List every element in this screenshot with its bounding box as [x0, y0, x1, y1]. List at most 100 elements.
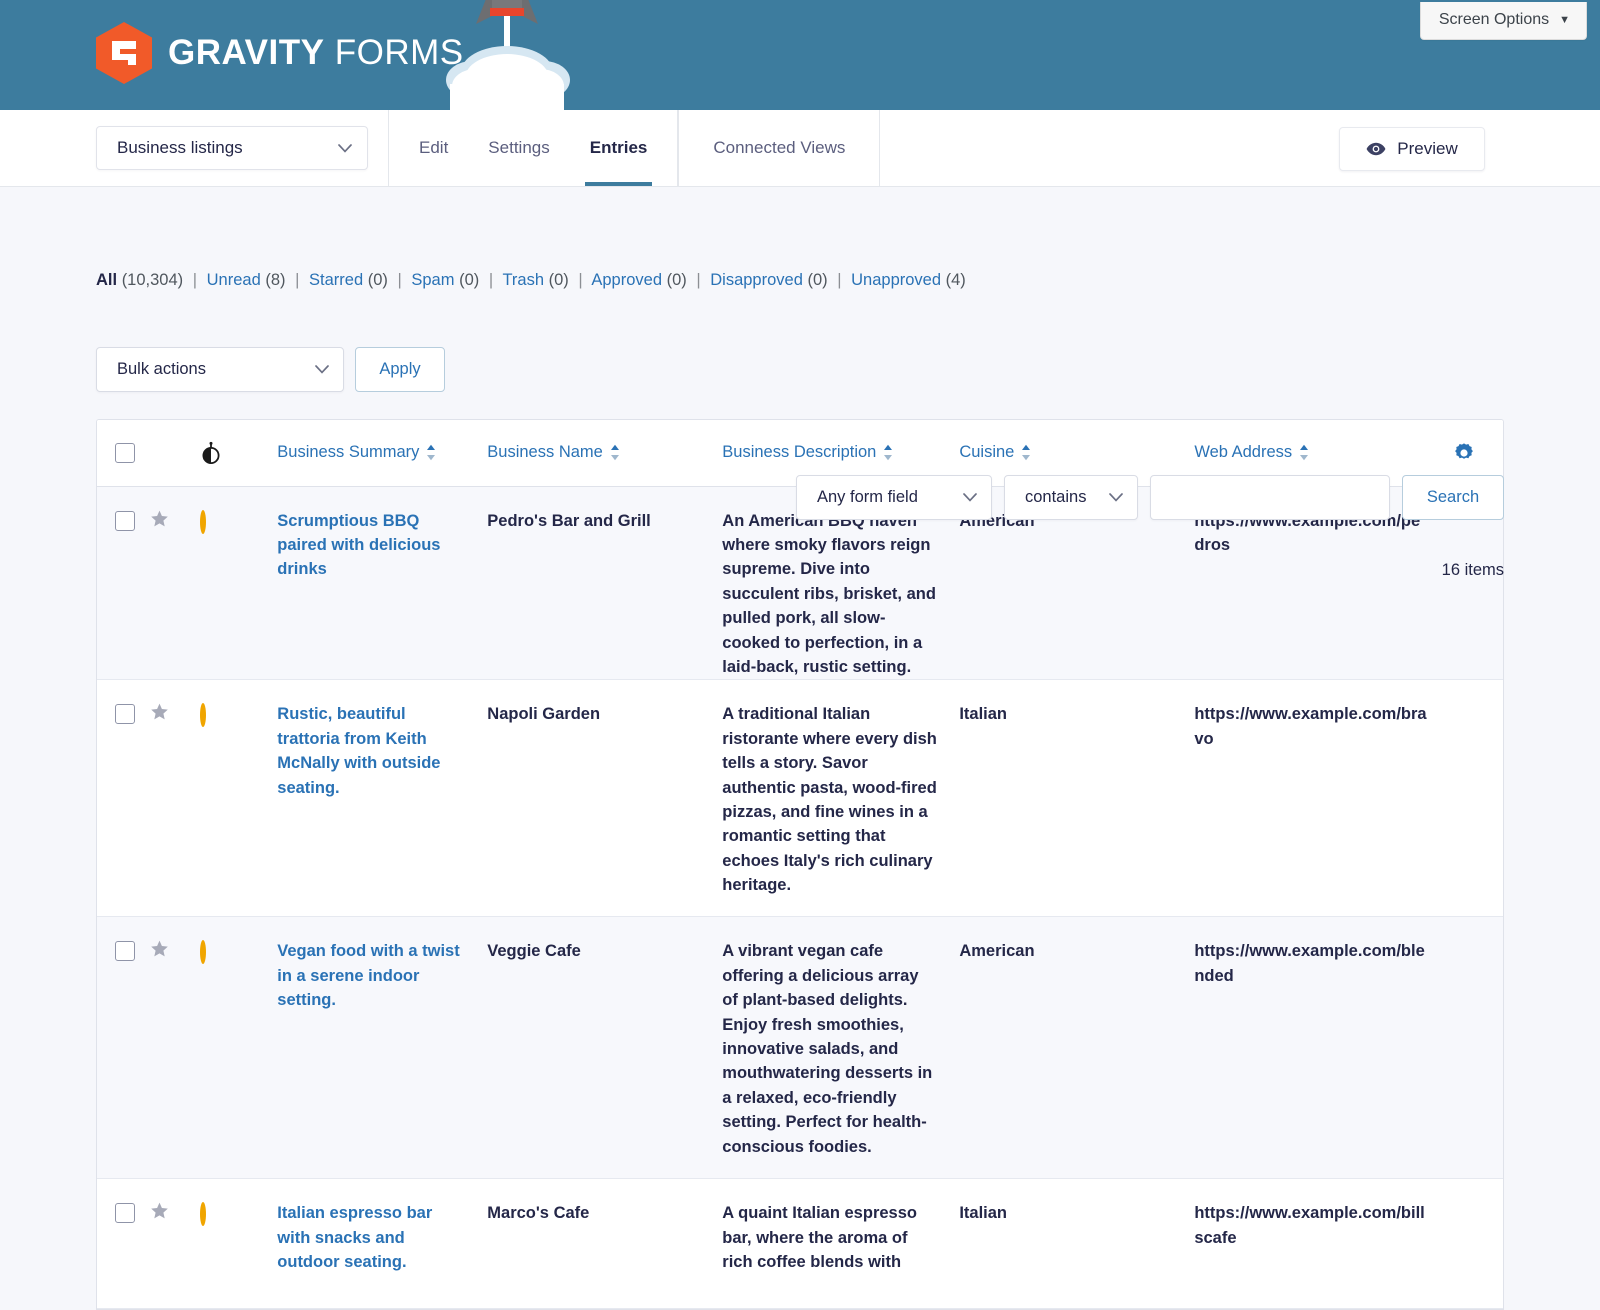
- select-all-checkbox[interactable]: [115, 442, 135, 463]
- search-operator-select[interactable]: contains: [1004, 475, 1138, 520]
- chevron-down-icon: [315, 365, 329, 374]
- filter-count-approved: (0): [666, 271, 687, 289]
- entry-business-name: Marco's Cafe: [487, 1204, 590, 1223]
- filter-separator: |: [696, 271, 701, 289]
- tab-entries[interactable]: Entries: [584, 110, 653, 186]
- unread-indicator-icon[interactable]: [200, 1202, 207, 1227]
- entry-cuisine: Italian: [959, 1204, 1008, 1223]
- form-selector[interactable]: Business listings: [96, 126, 368, 170]
- sort-arrows-icon[interactable]: [610, 444, 620, 461]
- filter-separator: |: [295, 271, 300, 289]
- read-status-icon[interactable]: [199, 441, 223, 465]
- chevron-down-icon: ▼: [1559, 14, 1570, 26]
- row-gear-cell: [1449, 679, 1503, 918]
- screen-options-label: Screen Options: [1438, 11, 1550, 28]
- row-checkbox[interactable]: [115, 941, 135, 962]
- search-input[interactable]: [1150, 475, 1390, 520]
- table-row[interactable]: Rustic, beautiful trattoria from Keith M…: [97, 679, 1503, 918]
- filter-link-trash[interactable]: Trash: [502, 271, 544, 289]
- search-field-select[interactable]: Any form field: [796, 475, 992, 520]
- row-web-cell: https://www.example.com/bravo: [1194, 679, 1450, 918]
- form-selector-value: Business listings: [117, 138, 243, 157]
- tab-settings[interactable]: Settings: [486, 110, 551, 186]
- filter-count-unapproved: (4): [945, 271, 966, 289]
- tab-edit[interactable]: Edit: [417, 110, 450, 186]
- row-checkbox[interactable]: [115, 1203, 135, 1224]
- row-read-status-cell: [199, 1178, 253, 1310]
- filter-link-unapproved[interactable]: Unapproved: [851, 271, 941, 289]
- row-description-cell: A vibrant vegan cafe offering a deliciou…: [722, 916, 960, 1180]
- preview-button[interactable]: Preview: [1339, 127, 1485, 171]
- table-row[interactable]: Vegan food with a twist in a serene indo…: [97, 916, 1503, 1180]
- entry-web-address: https://www.example.com/bravo: [1194, 705, 1427, 748]
- filter-count-spam: (0): [459, 271, 480, 289]
- star-icon[interactable]: [150, 940, 169, 958]
- sort-arrows-icon[interactable]: [1021, 444, 1031, 461]
- filter-separator: |: [192, 271, 198, 289]
- row-checkbox-cell: [97, 1178, 151, 1310]
- sort-arrows-icon[interactable]: [426, 444, 436, 461]
- search-operator-value: contains: [1025, 488, 1087, 506]
- sort-arrows-icon[interactable]: [1299, 444, 1309, 461]
- entry-summary-link[interactable]: Rustic, beautiful trattoria from Keith M…: [277, 702, 465, 800]
- row-cuisine-cell: Italian: [959, 679, 1195, 918]
- row-name-cell: Pedro's Bar and Grill: [487, 486, 723, 681]
- unread-indicator-icon[interactable]: [200, 703, 207, 728]
- header-business-summary[interactable]: Business Summary: [252, 420, 488, 487]
- row-checkbox[interactable]: [115, 510, 135, 531]
- search-button[interactable]: Search: [1402, 475, 1504, 520]
- bulk-actions-value: Bulk actions: [117, 360, 206, 378]
- table-row[interactable]: Italian espresso bar with snacks and out…: [97, 1178, 1503, 1310]
- header-star: [150, 420, 200, 487]
- row-name-cell: Marco's Cafe: [487, 1178, 723, 1310]
- entry-web-address: https://www.example.com/blended: [1194, 942, 1425, 985]
- filter-separator: |: [397, 271, 402, 289]
- sort-arrows-icon[interactable]: [883, 444, 893, 461]
- bulk-actions-select[interactable]: Bulk actions: [96, 347, 344, 392]
- entries-page: All (10,304) | Unread (8) | Starred (0) …: [0, 187, 1600, 1310]
- star-icon[interactable]: [150, 1202, 169, 1220]
- unread-indicator-icon[interactable]: [200, 509, 207, 534]
- apply-button[interactable]: Apply: [355, 347, 445, 392]
- unread-indicator-icon[interactable]: [200, 940, 207, 965]
- gear-icon[interactable]: [1452, 441, 1476, 465]
- filter-link-all[interactable]: All: [96, 271, 117, 289]
- row-checkbox-cell: [97, 486, 151, 681]
- row-star-cell: [150, 486, 200, 681]
- brand-bold: GRAVITY: [168, 33, 325, 72]
- filter-link-starred[interactable]: Starred: [309, 271, 363, 289]
- entry-business-name: Napoli Garden: [487, 705, 601, 724]
- filter-link-spam[interactable]: Spam: [411, 271, 454, 289]
- gravity-forms-banner: GRAVITY FORMS Screen Options ▼: [0, 0, 1600, 110]
- row-read-status-cell: [199, 916, 253, 1180]
- entry-business-description: An American BBQ haven where smoky flavor…: [722, 511, 936, 676]
- chevron-down-icon: [963, 493, 977, 502]
- eye-icon: [1366, 142, 1386, 156]
- filter-count-disapproved: (0): [807, 271, 828, 289]
- header-business-description-label: Business Description: [722, 443, 877, 462]
- screen-options-button[interactable]: Screen Options ▼: [1419, 2, 1587, 40]
- tab-connected-views[interactable]: Connected Views: [711, 110, 847, 186]
- star-icon[interactable]: [150, 510, 169, 528]
- entry-business-description: A vibrant vegan cafe offering a deliciou…: [722, 942, 933, 1156]
- row-checkbox[interactable]: [115, 704, 135, 725]
- entry-business-name: Pedro's Bar and Grill: [487, 511, 651, 530]
- filter-link-disapproved[interactable]: Disapproved: [710, 271, 803, 289]
- entry-business-description: A quaint Italian espresso bar, where the…: [722, 1204, 917, 1272]
- entry-summary-link[interactable]: Vegan food with a twist in a serene indo…: [277, 939, 465, 1012]
- row-description-cell: A quaint Italian espresso bar, where the…: [722, 1178, 960, 1310]
- row-name-cell: Veggie Cafe: [487, 916, 723, 1180]
- row-summary-cell: Rustic, beautiful trattoria from Keith M…: [252, 679, 488, 918]
- entry-summary-link[interactable]: Italian espresso bar with snacks and out…: [277, 1201, 465, 1274]
- row-summary-cell: Italian espresso bar with snacks and out…: [252, 1178, 488, 1310]
- filter-count-all: (10,304): [121, 271, 184, 289]
- entry-cuisine: Italian: [959, 705, 1008, 724]
- preview-label: Preview: [1397, 139, 1458, 158]
- gravity-forms-hex-icon: [96, 22, 152, 84]
- entry-summary-link[interactable]: Scrumptious BBQ paired with delicious dr…: [277, 509, 465, 582]
- header-web-address-label: Web Address: [1194, 443, 1293, 462]
- filter-link-approved[interactable]: Approved: [591, 271, 662, 289]
- header-business-name[interactable]: Business Name: [487, 420, 723, 487]
- filter-link-unread[interactable]: Unread: [207, 271, 261, 289]
- star-icon[interactable]: [150, 703, 169, 721]
